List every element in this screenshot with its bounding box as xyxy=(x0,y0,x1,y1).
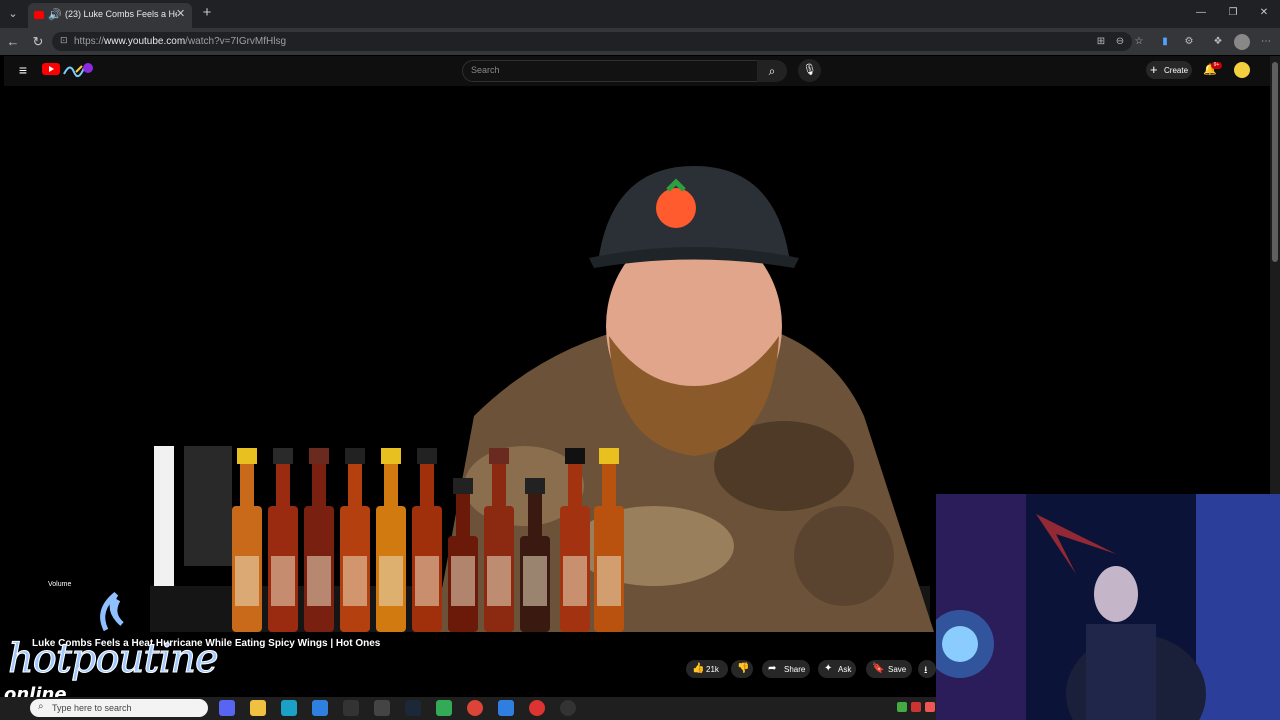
app-icon-5[interactable] xyxy=(560,700,576,716)
sauce-bottle-cap xyxy=(453,478,473,494)
share-button[interactable]: ➦ Share xyxy=(762,660,810,678)
menu-icon[interactable]: ≡ xyxy=(15,62,31,78)
sauce-bottle-cap xyxy=(237,448,257,464)
extensions-puzzle-icon[interactable]: ⚙ xyxy=(1181,34,1197,50)
close-window-icon[interactable]: ✕ xyxy=(1253,4,1275,22)
create-label: Create xyxy=(1164,66,1189,75)
save-icon: 🔖 xyxy=(872,663,885,674)
profile-icon[interactable] xyxy=(1234,34,1250,50)
tray-icon-1[interactable] xyxy=(897,702,907,712)
save-button[interactable]: 🔖 Save xyxy=(866,660,912,678)
sauce-bottle-label xyxy=(343,556,367,606)
edge-icon[interactable] xyxy=(281,700,297,716)
tab-title: (23) Luke Combs Feels a Heat xyxy=(65,9,177,19)
zoom-icon[interactable]: ⊖ xyxy=(1112,34,1128,50)
sauce-bottle-label xyxy=(487,556,511,606)
app-icon-4[interactable] xyxy=(529,700,545,716)
webcam-overlay xyxy=(936,494,1280,720)
scrollbar-thumb[interactable] xyxy=(1272,62,1278,262)
sauce-bottle-label xyxy=(451,556,475,606)
notification-badge: 9+ xyxy=(1211,62,1222,69)
ask-label: Ask xyxy=(838,665,852,674)
sauce-bottle-label xyxy=(597,556,621,606)
tray-icon-2[interactable] xyxy=(911,702,921,712)
address-bar[interactable]: ⊡ https://www.youtube.com/watch?v=7IGrvM… xyxy=(52,32,1132,51)
sauce-bottle-cap xyxy=(565,448,585,464)
search-placeholder: Search xyxy=(471,65,500,75)
save-label: Save xyxy=(888,665,907,674)
site-info-icon[interactable]: ⊡ xyxy=(60,35,68,46)
sauce-bottle-label xyxy=(563,556,587,606)
new-tab-icon[interactable]: + xyxy=(198,4,216,22)
volume-tooltip: Volume xyxy=(48,581,72,588)
sauce-bottle-cap xyxy=(381,448,401,464)
sauce-bottle-cap xyxy=(489,448,509,464)
sauce-bottle-label xyxy=(415,556,439,606)
sauce-bottle-label xyxy=(307,556,331,606)
ask-sparkle-icon: ✦ xyxy=(824,663,833,674)
discord-icon[interactable] xyxy=(219,700,235,716)
sauce-bottle-label xyxy=(379,556,403,606)
download-button[interactable]: ⭳ xyxy=(918,660,936,678)
sauce-bottle-cap xyxy=(599,448,619,464)
search-icon: ⌕ xyxy=(38,701,44,712)
create-button[interactable]: + Create xyxy=(1146,61,1192,79)
tab-list-icon[interactable]: ⌄ xyxy=(4,5,22,23)
sauce-bottle-cap xyxy=(273,448,293,464)
tray-icon-3[interactable] xyxy=(925,702,935,712)
search-input[interactable]: Search xyxy=(462,60,758,82)
file-explorer-icon[interactable] xyxy=(250,700,266,716)
sauce-bottle-cap xyxy=(345,448,365,464)
url-text: https://www.youtube.com/watch?v=7IGrvMfH… xyxy=(74,36,287,47)
doodle-logo[interactable] xyxy=(62,60,94,78)
search-icon[interactable]: ⌕ xyxy=(757,60,787,82)
dislike-icon: 👎 xyxy=(737,663,750,674)
bookmark-star-icon[interactable]: ☆ xyxy=(1131,34,1147,50)
like-count: 21k xyxy=(706,665,719,674)
sauce-bottle-cap xyxy=(525,478,545,494)
download-icon: ⭳ xyxy=(924,665,928,676)
sauce-bottle-label xyxy=(271,556,295,606)
sauce-bottle-label xyxy=(235,556,259,606)
watermark-text: hotpoutine xyxy=(8,636,220,683)
vscode-icon[interactable] xyxy=(312,700,328,716)
ask-button[interactable]: ✦ Ask xyxy=(818,660,856,678)
app-icon-3[interactable] xyxy=(498,700,514,716)
extension-icon[interactable]: ▮ xyxy=(1157,34,1173,50)
browser-tab-active[interactable]: 🔊 (23) Luke Combs Feels a Heat ✕ xyxy=(28,3,192,28)
back-icon[interactable]: ← xyxy=(4,33,22,51)
browser-tab-strip xyxy=(0,0,1280,28)
taskbar-search-placeholder: Type here to search xyxy=(52,703,132,713)
sauce-bottle-cap xyxy=(417,448,437,464)
sauce-bottle-label xyxy=(523,556,547,606)
youtube-logo-icon[interactable] xyxy=(42,63,60,75)
minimize-icon[interactable]: — xyxy=(1190,4,1212,22)
chrome-icon[interactable] xyxy=(467,700,483,716)
share-label: Share xyxy=(784,665,806,674)
restore-icon[interactable]: ❐ xyxy=(1222,4,1244,22)
app-icon[interactable] xyxy=(343,700,359,716)
settings-icon[interactable] xyxy=(374,700,390,716)
audio-playing-icon[interactable]: 🔊 xyxy=(48,8,62,21)
taskbar-search-input[interactable]: ⌕ Type here to search xyxy=(30,699,208,717)
like-icon: 👍 xyxy=(692,663,705,674)
avatar-icon[interactable] xyxy=(1234,62,1250,78)
youtube-favicon xyxy=(34,11,44,19)
more-menu-icon[interactable]: ⋯ xyxy=(1258,34,1274,50)
reload-icon[interactable]: ↻ xyxy=(29,33,47,51)
like-button[interactable]: 👍 21k xyxy=(686,660,728,678)
sauce-bottle-cap xyxy=(309,448,329,464)
webcam-feed xyxy=(936,494,1280,720)
close-tab-icon[interactable]: ✕ xyxy=(176,7,185,20)
dislike-button[interactable]: 👎 xyxy=(731,660,753,678)
plus-icon: + xyxy=(1150,62,1158,77)
mic-icon[interactable]: 🎙 xyxy=(798,59,821,82)
collections-icon[interactable]: ❖ xyxy=(1210,34,1226,50)
share-icon: ➦ xyxy=(768,663,777,674)
app-icon-2[interactable] xyxy=(436,700,452,716)
steam-icon[interactable] xyxy=(405,700,421,716)
tab-grid-icon[interactable]: ⊞ xyxy=(1093,34,1109,50)
